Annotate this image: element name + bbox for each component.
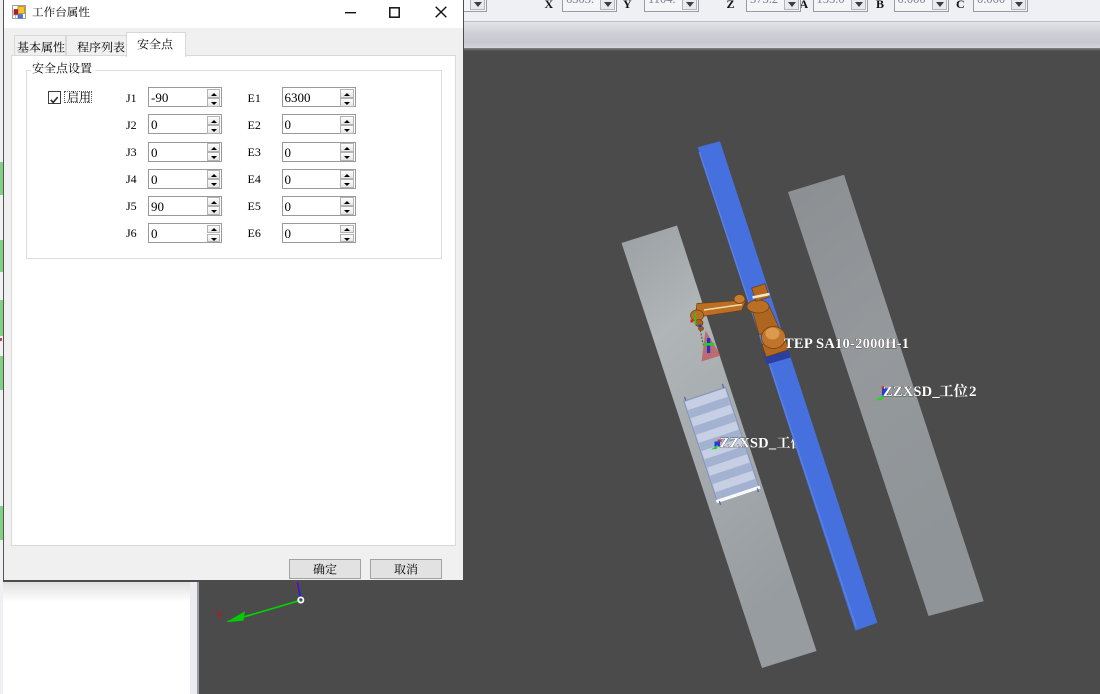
- svg-text:ZZXSD_: ZZXSD_: [883, 384, 940, 400]
- svg-text:Y: Y: [216, 610, 224, 622]
- svg-text:2: 2: [969, 384, 977, 400]
- svg-text:ZZXSD_: ZZXSD_: [720, 436, 777, 452]
- svg-text:TEP SA10-2000H-1: TEP SA10-2000H-1: [784, 336, 909, 352]
